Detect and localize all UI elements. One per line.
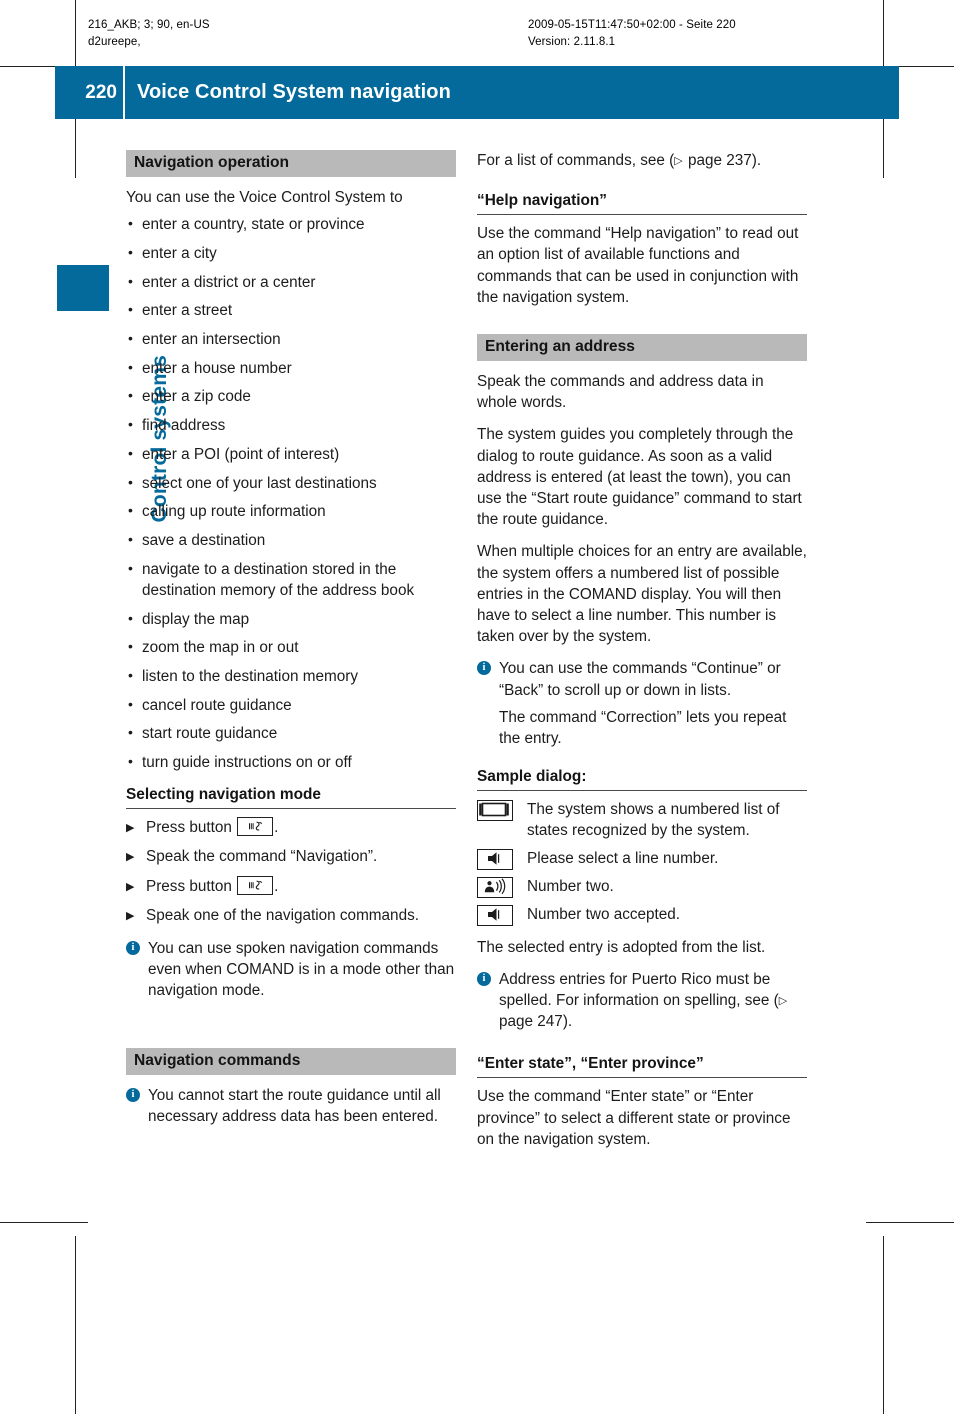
section-heading-entering-an-address: Entering an address bbox=[477, 334, 807, 362]
list-item: display the map bbox=[126, 608, 456, 630]
left-column: Navigation operation You can use the Voi… bbox=[126, 150, 456, 1139]
chapter-thumb-tab bbox=[57, 265, 109, 311]
info-note-text: Address entries for Puerto Rico must be … bbox=[499, 969, 807, 1033]
sample-dialog-list: The system shows a numbered list of stat… bbox=[477, 799, 807, 926]
running-head-right: 2009-05-15T11:47:50+02:00 - Seite 220 Ve… bbox=[528, 17, 736, 51]
help-navigation-body: Use the command “Help navigation” to rea… bbox=[477, 225, 799, 306]
page-number: 220 bbox=[85, 81, 117, 103]
list-item: start route guidance bbox=[126, 722, 456, 744]
cross-reference-triangle-icon: ▷ bbox=[778, 995, 789, 1008]
dialog-row: Number two. bbox=[477, 876, 807, 898]
section-heading-navigation-commands: Navigation commands bbox=[126, 1047, 456, 1075]
speaker-icon bbox=[477, 904, 513, 926]
dialog-row-text: Number two. bbox=[527, 877, 614, 895]
step-text-after: . bbox=[274, 877, 279, 895]
info-icon: i bbox=[477, 971, 491, 986]
crop-mark-right-vertical-bottom bbox=[883, 1236, 884, 1414]
list-item: enter a district or a center bbox=[126, 271, 456, 293]
list-item: enter a POI (point of interest) bbox=[126, 443, 456, 465]
banner-separator bbox=[123, 66, 125, 119]
right-column: For a list of commands, see (▷ page 237)… bbox=[477, 150, 807, 1161]
step-text: Speak the command “Navigation”. bbox=[146, 848, 378, 866]
running-head-left-line1: 216_AKB; 3; 90, en-US bbox=[88, 19, 210, 31]
subheading-enter-state-province: “Enter state”, “Enter province” bbox=[477, 1054, 807, 1079]
dialog-row: Number two accepted. bbox=[477, 904, 807, 926]
subheading-selecting-navigation-mode: Selecting navigation mode bbox=[126, 785, 456, 810]
list-item: enter a country, state or province bbox=[126, 213, 456, 235]
list-item: find address bbox=[126, 414, 456, 436]
list-item: listen to the destination memory bbox=[126, 665, 456, 687]
info-note-puerto-rico: i Address entries for Puerto Rico must b… bbox=[477, 969, 807, 1033]
note-page: page 247 bbox=[499, 1013, 563, 1031]
navigation-operation-bullet-list: enter a country, state or province enter… bbox=[126, 213, 456, 773]
info-note-text: You can use spoken navigation commands e… bbox=[148, 940, 455, 1000]
command-list-cross-reference: For a list of commands, see (▷ page 237)… bbox=[477, 150, 807, 171]
list-item: enter a zip code bbox=[126, 385, 456, 407]
entering-address-para-3: When multiple choices for an entry are a… bbox=[477, 543, 807, 646]
list-item: turn guide instructions on or off bbox=[126, 751, 456, 773]
subheading-help-navigation: “Help navigation” bbox=[477, 191, 807, 216]
section-heading-navigation-operation: Navigation operation bbox=[126, 150, 456, 177]
enter-state-body: Use the command “Enter state” or “Enter … bbox=[477, 1088, 791, 1148]
step-item: Speak one of the navigation commands. bbox=[126, 905, 456, 927]
info-note-text-1: You can use the commands “Continue” or “… bbox=[499, 660, 781, 699]
running-head-left-line2: d2ureepe, bbox=[88, 36, 141, 48]
note-prefix: Address entries for Puerto Rico must be … bbox=[499, 970, 779, 1010]
list-item: select one of your last destinations bbox=[126, 472, 456, 494]
running-head-right-line2: Version: 2.11.8.1 bbox=[528, 36, 616, 48]
dialog-row-text: The system shows a numbered list of stat… bbox=[527, 801, 780, 840]
step-text: Press button bbox=[146, 819, 237, 837]
page-title: Voice Control System navigation bbox=[137, 81, 451, 103]
dialog-row: Please select a line number. bbox=[477, 848, 807, 870]
navigation-operation-intro: You can use the Voice Control System to bbox=[126, 189, 403, 206]
step-item: Speak the command “Navigation”. bbox=[126, 846, 456, 868]
step-item: Press button . bbox=[126, 875, 456, 898]
info-note-spoken-commands: i You can use spoken navigation commands… bbox=[126, 938, 456, 1002]
list-item: calling up route information bbox=[126, 500, 456, 522]
crop-mark-bottom-left bbox=[0, 1222, 88, 1223]
voice-button-icon bbox=[237, 817, 274, 837]
list-item: save a destination bbox=[126, 529, 456, 551]
info-note-text-2: The command “Correction” lets you repeat… bbox=[499, 708, 787, 748]
info-icon: i bbox=[126, 1087, 140, 1102]
list-item: enter a street bbox=[126, 299, 456, 321]
list-item: cancel route guidance bbox=[126, 694, 456, 716]
info-icon: i bbox=[126, 941, 140, 956]
entering-address-para-2: The system guides you completely through… bbox=[477, 426, 802, 529]
crop-mark-bottom-right bbox=[866, 1222, 954, 1223]
info-note-route-guidance: i You cannot start the route guidance un… bbox=[126, 1085, 456, 1127]
step-item: Press button . bbox=[126, 817, 456, 840]
step-text: Speak one of the navigation commands. bbox=[146, 906, 419, 924]
dialog-row-text: Number two accepted. bbox=[527, 905, 681, 923]
step-text: Press button bbox=[146, 877, 237, 895]
info-note-text: You cannot start the route guidance unti… bbox=[148, 1086, 441, 1125]
running-head-right-line1: 2009-05-15T11:47:50+02:00 - Seite 220 bbox=[528, 19, 736, 31]
step-text-after: . bbox=[274, 819, 279, 837]
display-screen-icon bbox=[477, 800, 513, 822]
dialog-row: The system shows a numbered list of stat… bbox=[477, 799, 807, 841]
list-item: enter an intersection bbox=[126, 328, 456, 350]
running-head-left: 216_AKB; 3; 90, en-US d2ureepe, bbox=[88, 17, 210, 51]
xref-prefix: For a list of commands, see ( bbox=[477, 152, 675, 169]
dialog-row-text: Please select a line number. bbox=[527, 849, 719, 867]
selecting-navigation-mode-steps: Press button . Speak the command “Naviga… bbox=[126, 817, 456, 927]
note-suffix: ). bbox=[562, 1013, 573, 1031]
xref-page: page 237 bbox=[683, 152, 752, 169]
subheading-sample-dialog: Sample dialog: bbox=[477, 767, 807, 792]
list-item: zoom the map in or out bbox=[126, 636, 456, 658]
list-item: navigate to a destination stored in the … bbox=[126, 558, 456, 601]
info-note-continue-back: i You can use the commands “Continue” or… bbox=[477, 658, 807, 749]
entering-address-para-1: Speak the commands and address data in w… bbox=[477, 373, 764, 412]
list-item: enter a house number bbox=[126, 357, 456, 379]
sample-dialog-closing: The selected entry is adopted from the l… bbox=[477, 938, 766, 956]
list-item: enter a city bbox=[126, 242, 456, 264]
crop-mark-left-vertical-bottom bbox=[75, 1236, 76, 1414]
cross-reference-triangle-icon: ▷ bbox=[674, 155, 684, 167]
speaker-icon bbox=[477, 848, 513, 870]
voice-button-icon bbox=[237, 875, 274, 895]
person-speaking-icon bbox=[477, 876, 513, 898]
xref-suffix: ). bbox=[751, 152, 762, 169]
info-icon: i bbox=[477, 661, 491, 676]
